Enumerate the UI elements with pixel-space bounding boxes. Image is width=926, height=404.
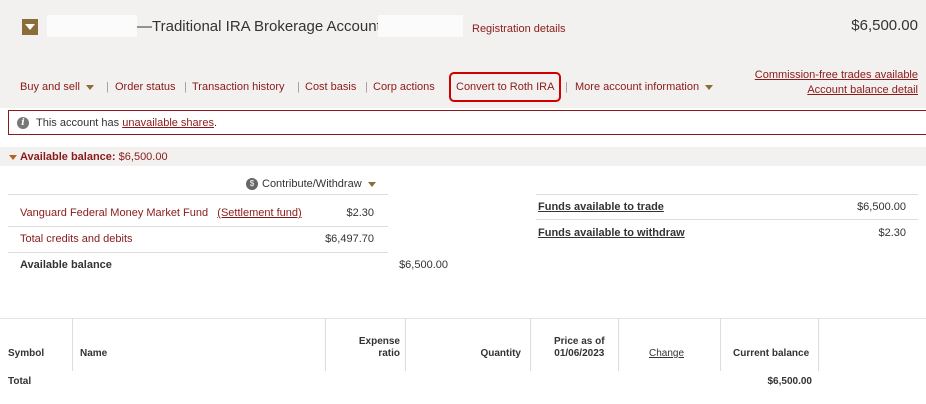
column-divider xyxy=(325,318,326,371)
column-divider xyxy=(530,318,531,371)
nav-separator: | xyxy=(365,81,368,93)
table-top-border xyxy=(0,318,926,319)
settlement-fund-value: $2.30 xyxy=(346,207,374,219)
column-divider xyxy=(818,318,819,371)
account-balance: $6,500.00 xyxy=(851,17,918,34)
column-divider xyxy=(618,318,619,371)
nav-cost-basis[interactable]: Cost basis xyxy=(305,81,356,93)
caret-down-icon xyxy=(367,181,376,187)
column-header-price: Price as of 01/06/2023 xyxy=(554,336,605,359)
alert-text: This account has unavailable shares. xyxy=(36,117,218,129)
available-balance-bar[interactable]: Available balance: $6,500.00 xyxy=(0,147,926,166)
holdings-total-label: Total xyxy=(8,376,32,387)
account-header: —Traditional IRA Brokerage Account— Regi… xyxy=(0,0,926,108)
available-balance-value: $6,500.00 xyxy=(399,259,448,271)
nav-separator: | xyxy=(106,81,109,93)
alert-banner: i This account has unavailable shares. xyxy=(8,110,926,135)
settlement-fund-name: Vanguard Federal Money Market Fund (Sett… xyxy=(20,207,302,219)
total-credits-debits-label: Total credits and debits xyxy=(20,233,133,245)
divider xyxy=(536,194,918,195)
column-header-symbol: Symbol xyxy=(8,348,45,359)
column-header-expense-ratio: Expense ratio xyxy=(358,336,400,359)
nav-separator: | xyxy=(184,81,187,93)
nav-order-status[interactable]: Order status xyxy=(115,81,176,93)
column-header-current-balance: Current balance xyxy=(733,348,810,359)
collapse-toggle-button[interactable] xyxy=(22,19,38,35)
info-icon: i xyxy=(17,117,29,129)
column-header-change[interactable]: Change xyxy=(649,348,684,360)
column-divider xyxy=(405,318,406,371)
column-header-quantity: Quantity xyxy=(480,348,521,359)
column-header-name: Name xyxy=(80,348,108,359)
nav-buy-and-sell[interactable]: Buy and sell xyxy=(20,81,94,93)
caret-down-icon xyxy=(85,84,94,90)
account-title: —Traditional IRA Brokerage Account— xyxy=(137,18,396,35)
divider xyxy=(8,194,388,195)
column-divider xyxy=(72,318,73,371)
divider xyxy=(8,226,388,227)
commission-free-trades-link[interactable]: Commission-free trades available xyxy=(755,68,918,83)
funds-available-to-withdraw-link[interactable]: Funds available to withdraw xyxy=(538,227,685,239)
contribute-withdraw-menu[interactable]: $ Contribute/Withdraw xyxy=(246,178,376,191)
funds-available-to-trade-link[interactable]: Funds available to trade xyxy=(538,201,664,213)
available-balance-heading: Available balance: $6,500.00 xyxy=(20,151,168,163)
nav-separator: | xyxy=(565,81,568,93)
caret-down-icon xyxy=(705,84,714,90)
holdings-total-value: $6,500.00 xyxy=(767,376,813,387)
nav-separator: | xyxy=(297,81,300,93)
caret-down-icon xyxy=(9,155,17,160)
nav-transaction-history[interactable]: Transaction history xyxy=(192,81,285,93)
nav-more-account-information[interactable]: More account information xyxy=(575,81,714,93)
available-balance-label: Available balance xyxy=(20,259,112,271)
nav-corp-actions[interactable]: Corp actions xyxy=(373,81,435,93)
funds-available-to-withdraw-value: $2.30 xyxy=(878,227,906,239)
right-links: Commission-free trades available Account… xyxy=(755,68,918,98)
divider xyxy=(536,219,918,220)
column-divider xyxy=(720,318,721,371)
total-credits-debits-value: $6,497.70 xyxy=(325,233,374,245)
redacted-account-name xyxy=(47,15,137,37)
registration-details-link[interactable]: Registration details xyxy=(472,23,566,35)
divider xyxy=(8,252,388,253)
unavailable-shares-link[interactable]: unavailable shares xyxy=(122,117,214,129)
convert-highlight-box xyxy=(449,72,561,102)
funds-available-to-trade-value: $6,500.00 xyxy=(857,201,906,213)
settlement-fund-link[interactable]: (Settlement fund) xyxy=(217,207,301,219)
account-balance-detail-link[interactable]: Account balance detail xyxy=(755,83,918,98)
contribute-icon: $ xyxy=(246,178,258,191)
redacted-account-number xyxy=(378,15,463,37)
